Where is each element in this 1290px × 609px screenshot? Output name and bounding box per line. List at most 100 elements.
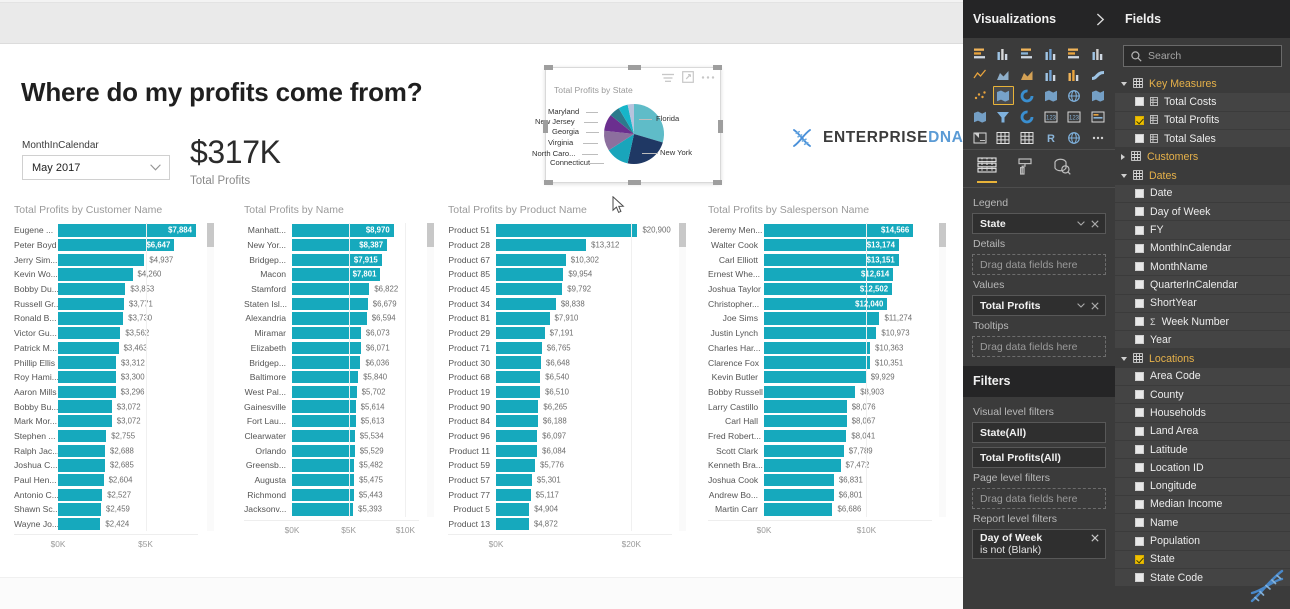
stacked-column-chart-icon[interactable] <box>993 44 1015 63</box>
field-item-day-of-week[interactable]: Day of Week <box>1115 203 1290 222</box>
line-chart-icon[interactable] <box>969 65 991 84</box>
bar-row[interactable]: Orlando $5,529 <box>244 443 419 458</box>
bar-row[interactable]: Miramar $6,073 <box>244 326 419 341</box>
focus-mode-icon[interactable] <box>682 71 694 83</box>
bar-row[interactable]: Ronald B... $3,730 <box>14 311 198 326</box>
bar[interactable] <box>292 341 361 354</box>
bar-row[interactable]: Baltimore $5,840 <box>244 370 419 385</box>
checkbox-unchecked[interactable] <box>1135 390 1144 400</box>
checkbox-unchecked[interactable] <box>1135 134 1144 144</box>
bar[interactable] <box>764 385 856 399</box>
bar-row[interactable]: Product 59 $5,776 <box>448 458 672 473</box>
checkbox-unchecked[interactable] <box>1135 445 1144 455</box>
fields-table-locations[interactable]: Locations <box>1115 349 1290 367</box>
bar[interactable] <box>496 224 638 237</box>
fields-table-dates[interactable]: Dates <box>1115 166 1290 184</box>
bar[interactable] <box>764 371 866 384</box>
bar[interactable] <box>58 415 112 428</box>
field-item-shortyear[interactable]: ShortYear <box>1115 294 1290 313</box>
bar-row[interactable]: Product 34 $8,838 <box>448 296 672 311</box>
bar-row[interactable]: Greensb... $5,482 <box>244 458 419 473</box>
bar-row[interactable]: Bobby Du... $3,853 <box>14 282 198 297</box>
bar-row[interactable]: Shawn Sc... $2,459 <box>14 502 198 517</box>
chart-scrollbar-thumb[interactable] <box>207 223 214 247</box>
checkbox-checked[interactable] <box>1135 115 1144 125</box>
well-chip-total-profits[interactable]: Total Profits <box>972 295 1106 316</box>
checkbox-unchecked[interactable] <box>1135 97 1144 107</box>
bar[interactable] <box>764 444 844 457</box>
chart-scrollbar[interactable] <box>939 223 946 517</box>
bar-row[interactable]: Martin Carr $6,686 <box>708 502 932 517</box>
well-dropzone-tooltips[interactable]: Drag data fields here <box>972 336 1106 357</box>
bar-row[interactable]: Manhatt... $8,970 <box>244 223 419 238</box>
bar[interactable] <box>58 341 119 354</box>
bar-row[interactable]: Ernest Whe... $12,614 <box>708 267 932 282</box>
bar-chart-3[interactable]: Total Profits by Product Name Product 51 $… <box>448 204 686 552</box>
bar[interactable] <box>292 503 354 516</box>
bar-row[interactable]: Phillip Ellis $3,312 <box>14 355 198 370</box>
100-stacked-column-chart-icon[interactable] <box>1087 44 1109 63</box>
close-icon[interactable] <box>1091 534 1099 542</box>
bar-row[interactable]: Antonio C... $2,527 <box>14 487 198 502</box>
bar[interactable] <box>496 356 541 369</box>
bar[interactable] <box>764 415 847 428</box>
bar[interactable] <box>764 312 880 325</box>
bar-row[interactable]: Stephen ... $2,755 <box>14 429 198 444</box>
bar[interactable] <box>292 488 354 501</box>
bar-row[interactable]: Product 13 $4,872 <box>448 517 672 532</box>
checkbox-checked[interactable] <box>1135 554 1144 564</box>
bar[interactable] <box>496 253 566 266</box>
bar-row[interactable]: Ralph Jac... $2,688 <box>14 443 198 458</box>
bar[interactable] <box>764 429 847 443</box>
selection-handle-top-left[interactable] <box>544 65 553 70</box>
bar[interactable] <box>58 385 116 399</box>
bar-row[interactable]: Bobby Russell $8,903 <box>708 385 932 400</box>
gauge-chart-icon[interactable] <box>1016 107 1038 126</box>
chevron-down-icon[interactable] <box>1077 303 1085 308</box>
bar[interactable] <box>496 312 550 325</box>
bar[interactable] <box>496 415 538 428</box>
bar-row[interactable]: Product 19 $6,510 <box>448 385 672 400</box>
bar-row[interactable]: Alexandria $6,594 <box>244 311 419 326</box>
chevron-right-icon[interactable] <box>1096 12 1105 26</box>
bar-row[interactable]: Product 81 $7,910 <box>448 311 672 326</box>
bar-row[interactable]: Kevin Wo... $4,260 <box>14 267 198 282</box>
bar-chart-1[interactable]: Total Profits by Customer Name Eugene ...… <box>14 204 214 552</box>
clustered-column-chart-icon[interactable] <box>1040 44 1062 63</box>
checkbox-unchecked[interactable] <box>1135 243 1144 253</box>
selection-handle-top[interactable] <box>628 65 641 70</box>
expand-triangle-down-icon[interactable] <box>1121 173 1127 178</box>
card-icon[interactable]: 123 <box>1040 107 1062 126</box>
bar[interactable] <box>58 400 112 413</box>
bar-row[interactable]: Bridgep... $6,036 <box>244 355 419 370</box>
bar[interactable] <box>496 268 564 281</box>
field-item-name[interactable]: Name <box>1115 514 1290 533</box>
field-item-quarterincalendar[interactable]: QuarterInCalendar <box>1115 276 1290 295</box>
checkbox-unchecked[interactable] <box>1135 481 1144 491</box>
bar[interactable] <box>496 282 563 296</box>
fields-pane-tab[interactable] <box>977 157 997 183</box>
selection-handle-bottom-right[interactable] <box>713 180 722 185</box>
field-item-area-code[interactable]: Area Code <box>1115 367 1290 387</box>
treemap-icon[interactable] <box>1040 86 1062 105</box>
bar[interactable] <box>58 459 105 472</box>
bar[interactable] <box>58 503 102 516</box>
checkbox-unchecked[interactable] <box>1135 225 1144 235</box>
r-script-visual-icon[interactable]: R <box>1040 128 1062 147</box>
field-item-county[interactable]: County <box>1115 386 1290 405</box>
checkbox-unchecked[interactable] <box>1135 317 1144 326</box>
field-item-households[interactable]: Households <box>1115 404 1290 423</box>
bar[interactable] <box>496 385 541 399</box>
bar-row[interactable]: Product 77 $5,117 <box>448 487 672 502</box>
bar[interactable] <box>58 268 133 281</box>
ribbon-chart-icon[interactable] <box>1087 65 1109 84</box>
bar[interactable] <box>292 385 357 399</box>
field-item-land-area[interactable]: Land Area <box>1115 422 1290 441</box>
expand-triangle-down-icon[interactable] <box>1121 82 1127 87</box>
bar[interactable] <box>58 473 104 487</box>
checkbox-unchecked[interactable] <box>1135 335 1144 345</box>
funnel-chart-icon[interactable] <box>993 107 1015 126</box>
bar[interactable] <box>292 415 356 428</box>
bar[interactable] <box>58 297 124 310</box>
visualizations-pane-tabs[interactable] <box>963 149 1115 188</box>
